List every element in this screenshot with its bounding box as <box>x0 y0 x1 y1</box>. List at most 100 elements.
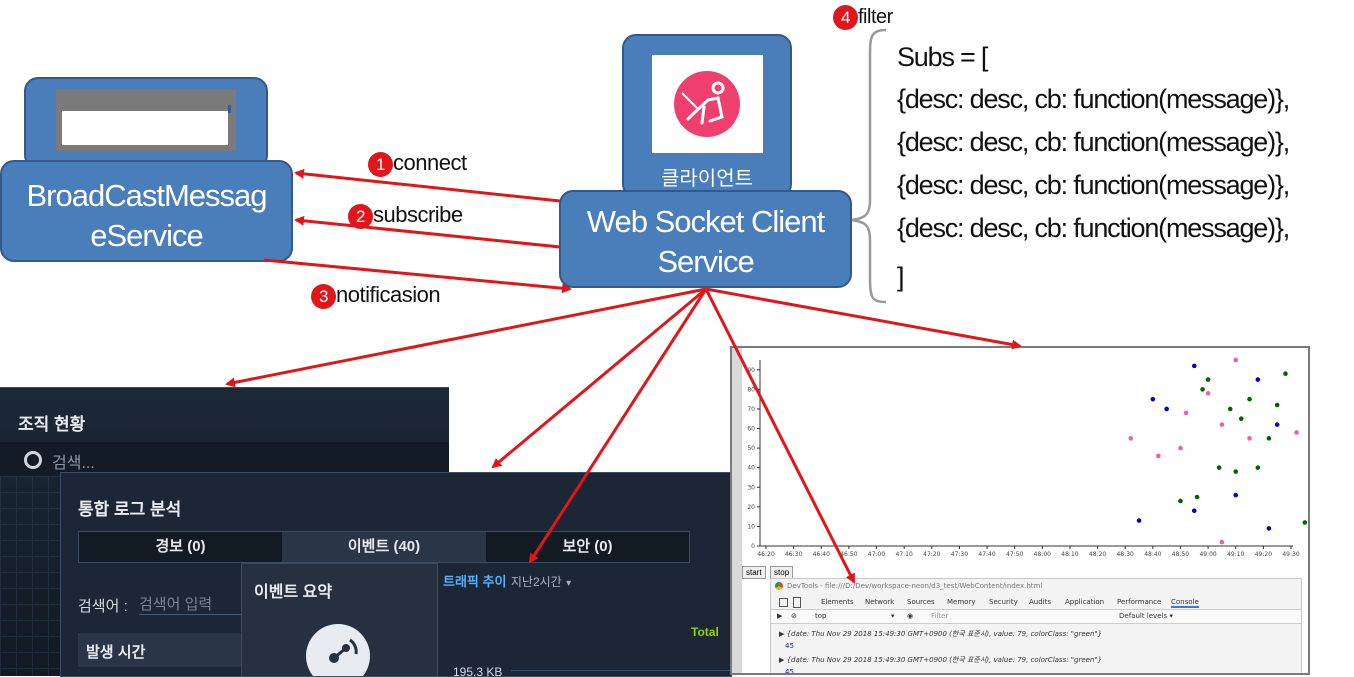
console-filter[interactable]: Filter <box>931 612 948 620</box>
x-tick-label: 49:10 <box>1227 551 1244 558</box>
integrated-log-panel: 통합 로그 분석 경보 (0) 이벤트 (40) 보안 (0) 검색어 : 검색… <box>60 472 732 677</box>
x-tick-label: 47:40 <box>978 551 995 558</box>
broadcast-message-service: BroadCastMessag eService <box>0 160 293 262</box>
traffic-header[interactable]: 트래픽 추이 지난2시간 ▾ <box>443 571 571 591</box>
occurrence-time-header: 발생 시간 <box>86 644 146 661</box>
x-tick-label: 47:20 <box>923 551 940 558</box>
inspect-icon[interactable] <box>779 598 788 607</box>
chart-browser-window: 0 10 20 30 40 50 60 70 80 90 46:20 46:30 46:40 46:50 4… <box>730 346 1310 675</box>
scatter-point <box>1227 406 1233 412</box>
share-icon <box>306 624 370 676</box>
scatter-point <box>1255 377 1261 382</box>
subs-close: ] <box>897 262 905 292</box>
scatter-point <box>1247 436 1252 441</box>
tab-security[interactable]: 보안 (0) <box>486 532 689 562</box>
scatter-point <box>1274 422 1280 427</box>
org-panel-title: 조직 현황 <box>18 415 86 434</box>
tab-application[interactable]: Application <box>1065 598 1104 606</box>
scatter-point <box>1266 436 1272 441</box>
log-panel-title: 통합 로그 분석 <box>78 500 182 519</box>
tab-network[interactable]: Network <box>865 598 894 606</box>
x-tick-label: 49:20 <box>1255 551 1272 558</box>
tab-sources[interactable]: Sources <box>907 598 935 606</box>
play-icon[interactable]: ▶ <box>777 612 782 620</box>
scatter-point <box>1178 498 1183 504</box>
x-tick-label: 48:00 <box>1034 551 1051 558</box>
device-icon[interactable] <box>793 597 801 608</box>
console-line: ▶ {date: Thu Nov 29 2018 15:49:30 GMT+09… <box>779 630 1103 638</box>
search-term-input[interactable]: 검색어 입력 <box>139 593 243 615</box>
broadcast-screen-thumbnail <box>56 89 236 151</box>
client-caption: 클라이언트 <box>661 168 753 190</box>
websocket-client-service: Web Socket Client Service <box>559 190 852 288</box>
y-tick-label: 30 <box>747 484 755 491</box>
broadcast-label-line2: eService <box>90 218 204 253</box>
tab-elements[interactable]: Elements <box>821 598 854 606</box>
step-label: filter <box>858 5 893 28</box>
start-button[interactable]: start <box>742 566 766 579</box>
org-search-placeholder: 검색... <box>52 455 95 472</box>
step-number: 3 <box>311 283 336 309</box>
y-tick-label: 20 <box>747 504 755 511</box>
tab-console[interactable]: Console <box>1171 598 1199 608</box>
ws-label-line2: Service <box>657 244 754 279</box>
x-tick-label: 47:30 <box>951 551 968 558</box>
x-tick-label: 46:50 <box>840 551 857 558</box>
eye-icon[interactable]: ◉ <box>907 612 913 620</box>
y-tick-label: 70 <box>747 406 755 413</box>
scatter-point <box>1136 518 1142 523</box>
event-table-header: 발생 시간 <box>78 633 248 667</box>
arrow-connect <box>294 168 561 203</box>
scatter-point <box>1183 410 1189 416</box>
scatter-chart: 0 10 20 30 40 50 60 70 80 90 46:20 46:30 46:40 46:50 4… <box>747 357 1308 558</box>
broadcast-label-line1: BroadCastMessag <box>26 178 267 213</box>
subs-line-4: {desc: desc, cb: function(message)}, <box>897 213 1290 243</box>
x-tick-label: 46:30 <box>785 551 802 558</box>
scatter-point <box>1255 465 1261 470</box>
arrow-to-log-panel <box>491 287 707 469</box>
context-selector[interactable]: top <box>815 612 826 620</box>
event-summary-title: 이벤트 요약 <box>254 584 333 601</box>
scatter-point <box>1247 396 1252 402</box>
console-toolbar: ▶ ⊘ top ▾ ◉ Filter Default levels ▾ <box>771 610 1301 624</box>
tab-audits[interactable]: Audits <box>1029 598 1051 606</box>
scatter-point <box>1219 422 1225 427</box>
event-summary-card: 이벤트 요약 <box>241 563 438 676</box>
scatter-point <box>1191 363 1197 369</box>
console-line: ▶ {date: Thu Nov 29 2018 15:49:30 GMT+09… <box>779 656 1103 664</box>
scatter-point <box>1156 453 1161 459</box>
log-levels[interactable]: Default levels ▾ <box>1119 612 1173 620</box>
scatter-point <box>1191 508 1197 514</box>
search-term-label: 검색어 : <box>78 598 128 615</box>
scatter-point <box>1178 445 1183 451</box>
ws-label-line1: Web Socket Client <box>586 204 825 239</box>
org-tree-area <box>0 476 60 676</box>
scatter-point <box>1233 357 1239 363</box>
tab-memory[interactable]: Memory <box>947 598 975 606</box>
scatter-point <box>1216 465 1222 470</box>
step-label: subscribe <box>373 202 463 227</box>
scatter-point <box>1205 390 1211 396</box>
org-search[interactable]: 검색... <box>0 442 449 476</box>
scatter-point <box>1238 416 1244 422</box>
client-app-logo <box>652 55 763 153</box>
tab-performance[interactable]: Performance <box>1117 598 1161 606</box>
clear-icon[interactable]: ⊘ <box>791 612 797 620</box>
step-number: 1 <box>368 151 393 177</box>
scatter-point <box>1266 526 1272 531</box>
subs-open: Subs = [ <box>897 42 988 72</box>
scatter-point <box>1164 406 1169 412</box>
x-tick-label: 49:30 <box>1282 551 1299 558</box>
chevron-down-icon: ▾ <box>566 578 572 589</box>
step-filter: 4 filter <box>833 5 893 30</box>
search-icon <box>24 451 42 469</box>
x-tick-label: 46:40 <box>813 551 830 558</box>
step-subscribe: 2 subscribe <box>348 202 463 229</box>
tab-events[interactable]: 이벤트 (40) <box>282 532 486 562</box>
tab-security[interactable]: Security <box>989 598 1018 606</box>
scatter-point <box>1205 377 1211 382</box>
y-tick-label: 50 <box>747 445 755 452</box>
scatter-point <box>1302 520 1308 525</box>
tab-alerts[interactable]: 경보 (0) <box>79 532 282 562</box>
scatter-point <box>1128 436 1134 441</box>
